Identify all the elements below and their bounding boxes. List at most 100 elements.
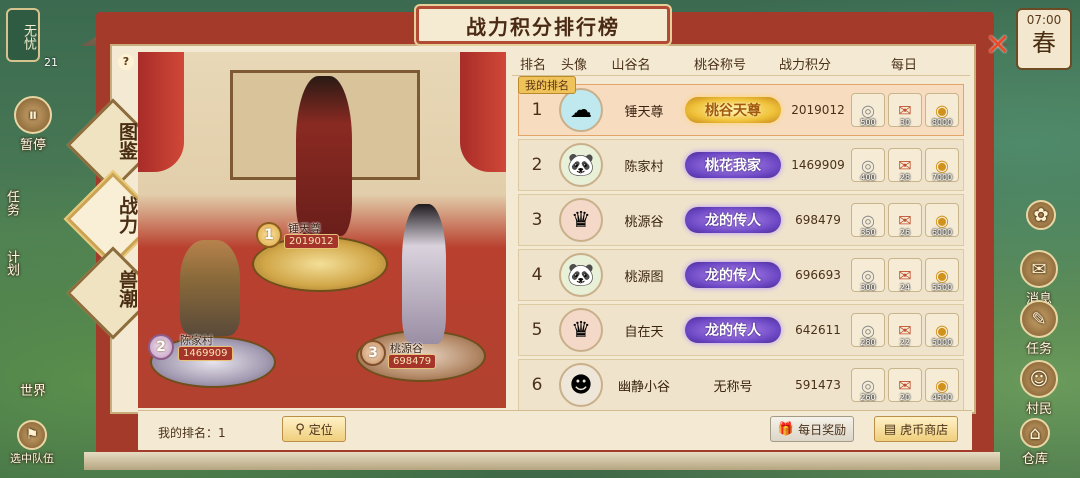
row-score: 2019012 <box>791 103 845 117</box>
reward-envelope[interactable]: ✉ 26 <box>888 203 922 237</box>
avatar[interactable]: ♛ <box>559 198 603 242</box>
row-title-badge: 龙的传人 <box>685 207 781 233</box>
tab-codex[interactable]: 图鉴 <box>88 122 138 160</box>
flower-button[interactable]: ✿ <box>1026 200 1056 230</box>
reward-envelope[interactable]: ✉ 20 <box>888 368 922 402</box>
black-hair-avatar-icon: ☻ <box>569 372 593 398</box>
season-label: 春 <box>1032 29 1056 57</box>
row-title-cell: 龙的传人 <box>681 207 785 233</box>
tiger-coin-shop-button[interactable]: ▤ 虎币商店 <box>874 416 958 442</box>
gold-coin-icon: ◉ <box>935 375 949 395</box>
avatar[interactable]: ☁ <box>559 88 603 132</box>
world-button[interactable]: 世界 <box>20 380 46 399</box>
row-title-cell: 龙的传人 <box>681 262 785 288</box>
tab-power[interactable]: 战力 <box>88 196 138 234</box>
row-rank: 5 <box>531 320 543 340</box>
row-valley-name: 桃源图 <box>624 269 664 285</box>
row-score: 698479 <box>795 213 841 227</box>
reward-envelope[interactable]: ✉ 24 <box>888 258 922 292</box>
task-icon: ✎ <box>1020 300 1058 338</box>
select-team-button[interactable]: ⚑ 选中队伍 <box>10 420 54 466</box>
table-row[interactable]: 4 🐼 桃源图 龙的传人 696693 ◎ 300 ✉ 24 ◉ 5500 <box>518 249 964 301</box>
curtain-left <box>138 52 184 172</box>
row-valley-name: 自在天 <box>624 324 664 340</box>
row-avatar-cell: 🐼 <box>555 253 607 297</box>
reward-amount: 350 <box>860 228 876 237</box>
reward-envelope[interactable]: ✉ 30 <box>888 93 922 127</box>
villager-icon: ☺ <box>1020 360 1058 398</box>
table-row[interactable]: 5 ♛ 自在天 龙的传人 642611 ◎ 280 ✉ 22 ◉ 5000 <box>518 304 964 356</box>
row-avatar-cell: ♛ <box>555 308 607 352</box>
task-button[interactable]: ✎ 任务 <box>1020 300 1058 357</box>
close-button[interactable]: ✕ <box>982 30 1014 62</box>
reward-amount: 26 <box>899 228 911 237</box>
villager-button[interactable]: ☺ 村民 <box>1020 360 1058 417</box>
avatar[interactable]: ♛ <box>559 308 603 352</box>
gift-icon: 🎁 <box>777 421 795 437</box>
envelope-icon: ✉ <box>898 265 912 285</box>
avatar[interactable]: 🐼 <box>559 253 603 297</box>
team-icon: ⚑ <box>17 420 47 450</box>
table-row[interactable]: 2 🐼 陈家村 桃花我家 1469909 ◎ 400 ✉ 28 ◉ 7000 <box>518 139 964 191</box>
reward-silver-coin[interactable]: ◎ 350 <box>851 203 885 237</box>
daily-reward-button[interactable]: 🎁 每日奖励 <box>770 416 854 442</box>
reward-gold-coin[interactable]: ◉ 7000 <box>925 148 959 182</box>
warehouse-button[interactable]: ⌂ 仓库 <box>1020 418 1050 467</box>
clock-time: 07:00 <box>1026 13 1062 27</box>
podium-3-score: 698479 <box>388 354 437 369</box>
panda-avatar-icon: 🐼 <box>567 152 595 178</box>
row-daily-rewards: ◎ 300 ✉ 24 ◉ 5500 <box>851 258 963 292</box>
row-avatar-cell: ☁ <box>555 88 607 132</box>
panel-floor <box>84 452 1000 470</box>
reward-amount: 4500 <box>931 393 953 402</box>
table-row[interactable]: 3 ♛ 桃源谷 龙的传人 698479 ◎ 350 ✉ 26 ◉ 6000 <box>518 194 964 246</box>
locate-button[interactable]: ⚲ 定位 <box>282 416 346 442</box>
task-side-button[interactable]: 任务 <box>2 190 21 216</box>
reward-silver-coin[interactable]: ◎ 260 <box>851 368 885 402</box>
villager-label: 村民 <box>1025 402 1052 417</box>
pause-menu-button[interactable]: ⏸ 暂停 <box>14 96 52 153</box>
reward-gold-coin[interactable]: ◉ 5000 <box>925 313 959 347</box>
podium-3-character[interactable] <box>402 204 446 344</box>
reward-amount: 28 <box>899 173 911 182</box>
reward-gold-coin[interactable]: ◉ 8000 <box>925 93 959 127</box>
row-title-badge: 桃谷天尊 <box>685 97 781 123</box>
reward-envelope[interactable]: ✉ 28 <box>888 148 922 182</box>
shop-label: 虎币商店 <box>900 422 949 437</box>
reward-gold-coin[interactable]: ◉ 5500 <box>925 258 959 292</box>
reward-envelope[interactable]: ✉ 22 <box>888 313 922 347</box>
locate-label: 定位 <box>308 422 333 437</box>
pause-icon: ⏸ <box>14 96 52 134</box>
gold-coin-icon: ◉ <box>935 155 949 175</box>
row-daily-rewards: ◎ 260 ✉ 20 ◉ 4500 <box>851 368 963 402</box>
avatar[interactable]: 🐼 <box>559 143 603 187</box>
podium-2-character[interactable] <box>180 240 240 336</box>
tab-beast-tide[interactable]: 兽潮 <box>88 270 138 308</box>
table-row[interactable]: 6 ☻ 幽静小谷 无称号 591473 ◎ 260 ✉ 20 ◉ 4500 <box>518 359 964 411</box>
row-valley-name: 锤天尊 <box>624 104 664 120</box>
envelope-icon: ✉ <box>898 320 912 340</box>
help-button[interactable]: ? <box>118 54 134 70</box>
plan-side-button[interactable]: 计划 <box>2 250 21 276</box>
reward-gold-coin[interactable]: ◉ 6000 <box>925 203 959 237</box>
reward-amount: 260 <box>860 393 876 402</box>
table-row[interactable]: 1 ☁ 锤天尊 桃谷天尊 2019012 ◎ 500 ✉ 30 ◉ 8000 <box>518 84 964 136</box>
podium-2-rank: 2 <box>148 334 174 360</box>
row-title-cell: 龙的传人 <box>681 317 785 343</box>
reward-silver-coin[interactable]: ◎ 400 <box>851 148 885 182</box>
warehouse-label: 仓库 <box>1021 452 1048 467</box>
row-avatar-cell: 🐼 <box>555 143 607 187</box>
reward-silver-coin[interactable]: ◎ 300 <box>851 258 885 292</box>
reward-gold-coin[interactable]: ◉ 4500 <box>925 368 959 402</box>
message-button[interactable]: ✉ 消息 <box>1020 250 1058 307</box>
reward-silver-coin[interactable]: ◎ 280 <box>851 313 885 347</box>
envelope-icon: ✉ <box>898 100 912 120</box>
reward-silver-coin[interactable]: ◎ 500 <box>851 93 885 127</box>
blue-spirit-avatar-icon: ☁ <box>570 97 592 123</box>
podium-1-character[interactable] <box>296 76 352 236</box>
row-score: 591473 <box>795 378 841 392</box>
status-badge[interactable]: 无忧 <box>6 8 40 62</box>
warehouse-icon: ⌂ <box>1020 418 1050 448</box>
header-rank: 排名 <box>519 58 546 73</box>
avatar[interactable]: ☻ <box>559 363 603 407</box>
